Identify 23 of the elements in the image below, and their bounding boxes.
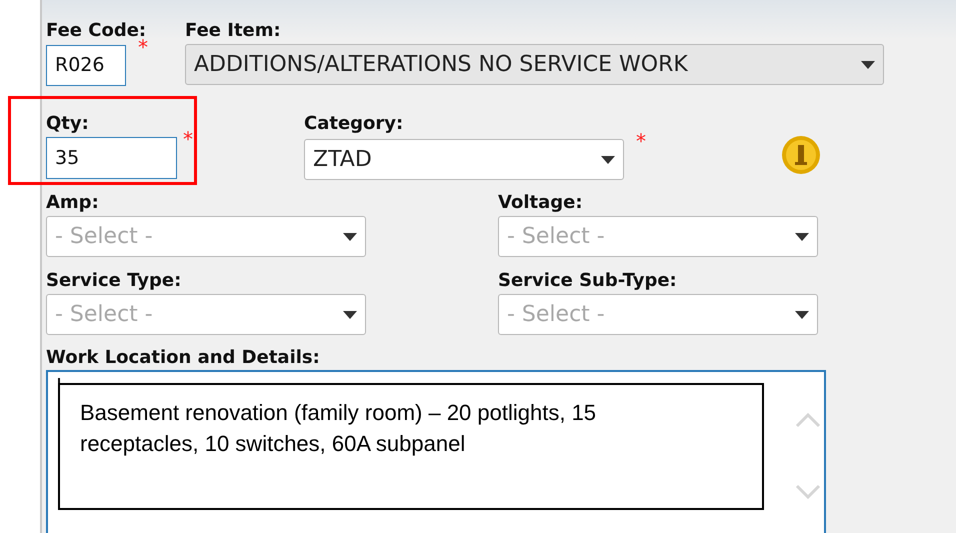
dropdown-caret-icon: [601, 156, 615, 164]
required-asterisk: *: [183, 129, 193, 149]
dropdown-caret-icon: [343, 232, 357, 240]
dropdown-caret-icon: [795, 232, 809, 240]
field-label: Service Sub-Type:: [498, 270, 678, 292]
scroll-up-icon[interactable]: [795, 412, 821, 428]
dropdown-caret-icon: [343, 310, 357, 318]
info-coin-icon[interactable]: [781, 135, 821, 175]
field-label: Voltage:: [498, 192, 584, 214]
fee-code-field[interactable]: R026: [46, 45, 126, 86]
qty-field[interactable]: 35: [46, 137, 177, 179]
scroll-down-icon[interactable]: [795, 484, 821, 500]
dropdown-field[interactable]: ZTAD: [304, 139, 624, 180]
dropdown-caret-icon: [861, 60, 875, 68]
field-label: Amp:: [46, 192, 100, 214]
field-label: Qty:: [46, 113, 90, 135]
callout-text: Basement renovation (family room) – 20 potlights, 15 receptacles, 10 switches, 60A subpanel: [80, 399, 598, 458]
field-label: Service Type:: [46, 270, 182, 292]
required-asterisk: *: [636, 131, 646, 151]
field-label: Work Location and Details:: [46, 347, 321, 369]
field-label: Fee Item:: [185, 20, 282, 42]
dropdown-caret-icon: [795, 310, 809, 318]
field-label: Category:: [304, 113, 404, 135]
